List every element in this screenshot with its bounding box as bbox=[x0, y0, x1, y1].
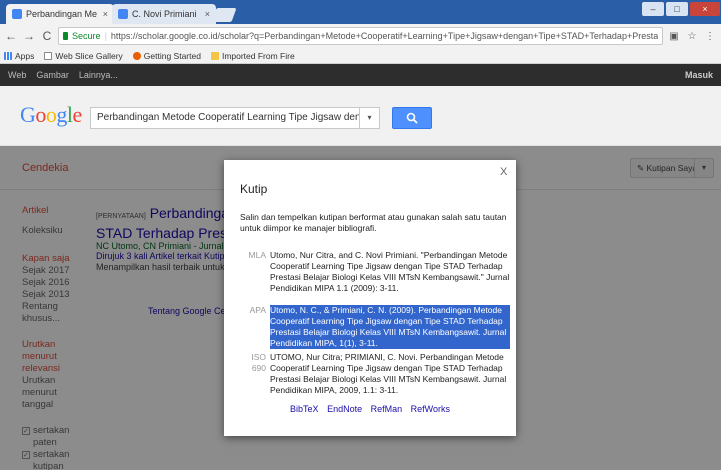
reload-icon[interactable]: C bbox=[40, 29, 54, 43]
bookmark-label: Imported From Fire bbox=[221, 50, 295, 61]
window-close-button[interactable]: × bbox=[690, 2, 720, 16]
export-links: BibTeX EndNote RefMan RefWorks bbox=[224, 404, 516, 414]
tab-label: Perbandingan Metode C bbox=[26, 9, 97, 19]
tab-label: C. Novi Primiani - Peng bbox=[132, 9, 199, 19]
close-icon[interactable]: X bbox=[500, 166, 507, 178]
citation-text-selected[interactable]: Utomo, N. C., & Primiani, C. N. (2009). … bbox=[270, 305, 510, 349]
secure-label: Secure bbox=[72, 31, 101, 41]
tab-close-icon[interactable]: × bbox=[103, 9, 108, 19]
cite-dialog: Kutip X Salin dan tempelkan kutipan berf… bbox=[224, 160, 516, 436]
separator: | bbox=[104, 31, 107, 41]
scholar-favicon-icon bbox=[118, 9, 128, 19]
citation-text[interactable]: UTOMO, Nur Citra; PRIMIANI, C. Novi. Per… bbox=[270, 352, 510, 396]
bookmark-web-slice[interactable]: Web Slice Gallery bbox=[44, 50, 123, 61]
citation-iso690: ISO 690 UTOMO, Nur Citra; PRIMIANI, C. N… bbox=[240, 352, 510, 396]
maximize-button[interactable]: □ bbox=[666, 2, 688, 16]
bookmark-label: Getting Started bbox=[143, 50, 201, 61]
gbar-images[interactable]: Gambar bbox=[36, 70, 69, 80]
bibtex-link[interactable]: BibTeX bbox=[290, 404, 319, 414]
forward-icon[interactable]: → bbox=[22, 29, 36, 43]
firefox-icon bbox=[132, 51, 141, 60]
refworks-link[interactable]: RefWorks bbox=[411, 404, 450, 414]
window-controls: – □ × bbox=[640, 2, 720, 18]
gbar-web[interactable]: Web bbox=[8, 70, 26, 80]
bookmark-apps[interactable]: Apps bbox=[4, 51, 34, 61]
search-input[interactable]: Perbandingan Metode Cooperatif Learning … bbox=[90, 107, 360, 129]
search-options-dropdown[interactable]: ▾ bbox=[360, 107, 380, 129]
new-tab-button[interactable] bbox=[211, 8, 237, 22]
tab-perbandingan[interactable]: Perbandingan Metode C × bbox=[6, 4, 114, 24]
citation-style-label: ISO 690 bbox=[251, 352, 266, 373]
extension-icon[interactable]: ▣ bbox=[667, 31, 681, 42]
minimize-button[interactable]: – bbox=[642, 2, 664, 16]
dialog-title: Kutip bbox=[240, 182, 268, 196]
page-icon bbox=[44, 51, 53, 60]
google-top-bar: Web Gambar Lainnya... Masuk bbox=[0, 64, 721, 86]
bookmark-getting-started[interactable]: Getting Started bbox=[132, 50, 201, 61]
search-icon bbox=[406, 112, 418, 124]
folder-icon bbox=[210, 51, 219, 60]
bookmark-star-icon[interactable]: ☆ bbox=[685, 31, 699, 42]
tab-primiani[interactable]: C. Novi Primiani - Peng × bbox=[112, 4, 216, 24]
citation-style-label: APA bbox=[249, 305, 266, 315]
endnote-link[interactable]: EndNote bbox=[327, 404, 362, 414]
browser-tab-bar: Perbandingan Metode C × C. Novi Primiani… bbox=[0, 0, 721, 24]
tab-close-icon[interactable]: × bbox=[205, 9, 210, 19]
bookmark-imported[interactable]: Imported From Fire bbox=[210, 50, 295, 61]
citation-text[interactable]: Utomo, Nur Citra, and C. Novi Primiani. … bbox=[270, 250, 510, 294]
url-input[interactable]: Secure | https://scholar.google.co.id/sc… bbox=[58, 27, 663, 45]
bookmark-label: Web Slice Gallery bbox=[55, 50, 123, 61]
back-icon[interactable]: ← bbox=[4, 29, 18, 43]
dialog-instructions: Salin dan tempelkan kutipan berformat at… bbox=[240, 212, 507, 233]
bookmarks-bar: Apps Web Slice Gallery Getting Started I… bbox=[0, 48, 721, 64]
citation-mla: MLA Utomo, Nur Citra, and C. Novi Primia… bbox=[240, 250, 510, 294]
citation-style-label: MLA bbox=[248, 250, 266, 260]
sign-in-link[interactable]: Masuk bbox=[685, 70, 713, 80]
apps-grid-icon bbox=[4, 51, 12, 60]
scholar-favicon-icon bbox=[12, 9, 22, 19]
address-toolbar: ← → C Secure | https://scholar.google.co… bbox=[0, 24, 721, 48]
citation-apa: APA Utomo, N. C., & Primiani, C. N. (200… bbox=[240, 305, 510, 349]
refman-link[interactable]: RefMan bbox=[371, 404, 403, 414]
bookmark-label: Apps bbox=[15, 50, 35, 61]
url-text: https://scholar.google.co.id/scholar?q=P… bbox=[110, 31, 658, 41]
scholar-header: Google Perbandingan Metode Cooperatif Le… bbox=[0, 86, 721, 146]
lock-icon bbox=[63, 32, 69, 40]
gbar-more[interactable]: Lainnya... bbox=[79, 70, 118, 80]
menu-icon[interactable]: ⋮ bbox=[703, 31, 717, 42]
search-button[interactable] bbox=[392, 107, 432, 129]
google-logo[interactable]: Google bbox=[20, 102, 82, 128]
